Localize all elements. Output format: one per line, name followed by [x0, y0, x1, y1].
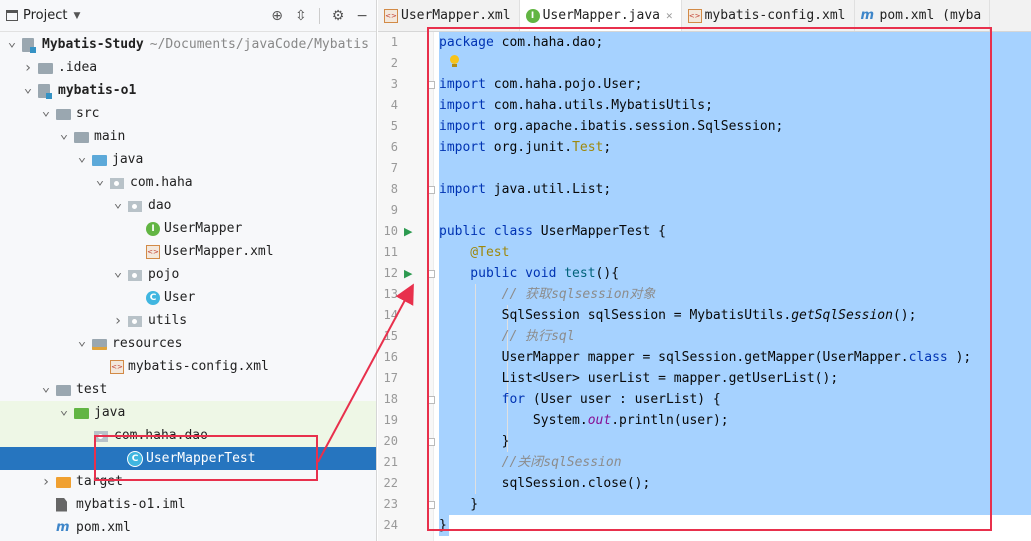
expand-arrow-icon[interactable]	[112, 267, 124, 283]
chevron-down-icon[interactable]: ▼	[73, 11, 80, 21]
expand-arrow-icon[interactable]	[40, 106, 52, 122]
interface-icon: I	[525, 8, 540, 23]
package-icon	[110, 177, 124, 189]
line-number: 15	[383, 329, 398, 343]
module-folder-icon	[38, 83, 52, 99]
project-icon	[6, 10, 18, 21]
expand-arrow-icon[interactable]	[22, 60, 34, 76]
line-number: 24	[383, 518, 398, 532]
line-number: 23	[383, 497, 398, 511]
locate-file-icon[interactable]: ⊕	[271, 8, 283, 24]
folder-icon	[56, 108, 71, 120]
project-view-selector[interactable]: Project	[23, 8, 67, 23]
folder-icon	[74, 131, 89, 143]
tree-item-src[interactable]: src	[0, 102, 376, 125]
expand-arrow-icon[interactable]	[76, 152, 88, 168]
maven-icon: m	[56, 519, 70, 535]
expand-arrow-icon[interactable]	[58, 129, 70, 145]
package-icon	[128, 315, 142, 327]
line-number: 5	[390, 119, 398, 133]
run-test-icon[interactable]: ▶	[404, 267, 412, 280]
expand-arrow-icon[interactable]	[94, 175, 106, 191]
tree-item-usermapper-xml[interactable]: <> UserMapper.xml	[0, 240, 376, 263]
line-number: 3	[390, 77, 398, 91]
iml-file-icon	[56, 497, 67, 512]
hide-panel-icon[interactable]: −	[356, 8, 368, 24]
tree-item-com-haha[interactable]: com.haha	[0, 171, 376, 194]
tree-item-pom-xml[interactable]: m pom.xml	[0, 516, 376, 539]
xml-file-icon: <>	[110, 359, 124, 374]
panel-toolbar: ⊕ ⇳ ⚙ −	[271, 7, 376, 24]
xml-file-icon: <>	[146, 244, 160, 259]
line-number: 20	[383, 434, 398, 448]
line-number: 16	[383, 350, 398, 364]
line-number: 4	[390, 98, 398, 112]
tree-item-test[interactable]: test	[0, 378, 376, 401]
line-number: 7	[390, 161, 398, 175]
line-number: 9	[390, 203, 398, 217]
expand-arrow-icon[interactable]	[112, 313, 124, 329]
tree-item-mybatis-o1[interactable]: mybatis-o1	[0, 79, 376, 102]
line-number: 14	[383, 308, 398, 322]
run-test-icon[interactable]: ▶	[404, 225, 412, 238]
expand-arrow-icon[interactable]	[58, 405, 70, 421]
package-icon	[128, 269, 142, 281]
tree-item-usermapper[interactable]: I UserMapper	[0, 217, 376, 240]
line-number: 18	[383, 392, 398, 406]
expand-arrow-icon[interactable]	[76, 336, 88, 352]
tree-item-pojo[interactable]: pojo	[0, 263, 376, 286]
class-icon: C	[146, 290, 160, 305]
tree-item-user[interactable]: C User	[0, 286, 376, 309]
line-number: 1	[390, 35, 398, 49]
tree-item-test-java[interactable]: java	[0, 401, 376, 424]
editor-gutter: 1 2 3 4 5 6 7 8 9 10 11 12 13 14 15 16 17 18 19 20 21 22 23 24 ▶…	[378, 32, 435, 541]
annotation-box-test-file	[94, 435, 318, 481]
tree-item-resources[interactable]: resources	[0, 332, 376, 355]
project-panel-header: Project ▼ ⊕ ⇳ ⚙ −	[0, 0, 376, 32]
interface-icon: I	[146, 221, 160, 236]
expand-arrow-icon[interactable]	[112, 198, 124, 214]
line-number: 12	[383, 266, 398, 280]
module-folder-icon	[22, 37, 36, 53]
collapse-all-icon[interactable]: ⇳	[295, 8, 307, 24]
line-number: 17	[383, 371, 398, 385]
expand-arrow-icon[interactable]	[40, 474, 52, 490]
annotation-box-code	[427, 27, 992, 531]
xml-file-icon: <>	[687, 8, 702, 23]
folder-icon	[38, 62, 53, 74]
line-number: 2	[390, 56, 398, 70]
expand-arrow-icon[interactable]	[40, 382, 52, 398]
resources-folder-icon	[92, 338, 107, 350]
maven-icon: m	[860, 7, 875, 23]
excluded-folder-icon	[56, 476, 71, 488]
test-source-folder-icon	[74, 407, 89, 419]
source-folder-icon	[92, 154, 107, 166]
gear-icon[interactable]: ⚙	[332, 8, 345, 24]
tree-item-main[interactable]: main	[0, 125, 376, 148]
tree-item-java[interactable]: java	[0, 148, 376, 171]
line-number: 22	[383, 476, 398, 490]
line-number: 6	[390, 140, 398, 154]
tree-item-utils[interactable]: utils	[0, 309, 376, 332]
expand-arrow-icon[interactable]	[6, 37, 18, 53]
line-number: 21	[383, 455, 398, 469]
xml-file-icon: <>	[384, 8, 398, 23]
package-icon	[128, 200, 142, 212]
line-number: 10	[383, 224, 398, 238]
close-icon[interactable]: ✕	[666, 9, 673, 22]
line-number: 19	[383, 413, 398, 427]
expand-arrow-icon[interactable]	[22, 83, 34, 99]
tree-item-mybatis-study[interactable]: Mybatis-Study ~/Documents/javaCode/Mybat…	[0, 33, 376, 56]
line-number: 8	[390, 182, 398, 196]
folder-icon	[56, 384, 71, 396]
tree-item-mybatis-o1-iml[interactable]: mybatis-o1.iml	[0, 493, 376, 516]
tree-item-dao[interactable]: dao	[0, 194, 376, 217]
tree-item-mybatis-config-xml[interactable]: <> mybatis-config.xml	[0, 355, 376, 378]
line-number: 13	[383, 287, 398, 301]
line-number: 11	[383, 245, 398, 259]
toolbar-separator	[318, 7, 320, 24]
tree-item-idea[interactable]: .idea	[0, 56, 376, 79]
